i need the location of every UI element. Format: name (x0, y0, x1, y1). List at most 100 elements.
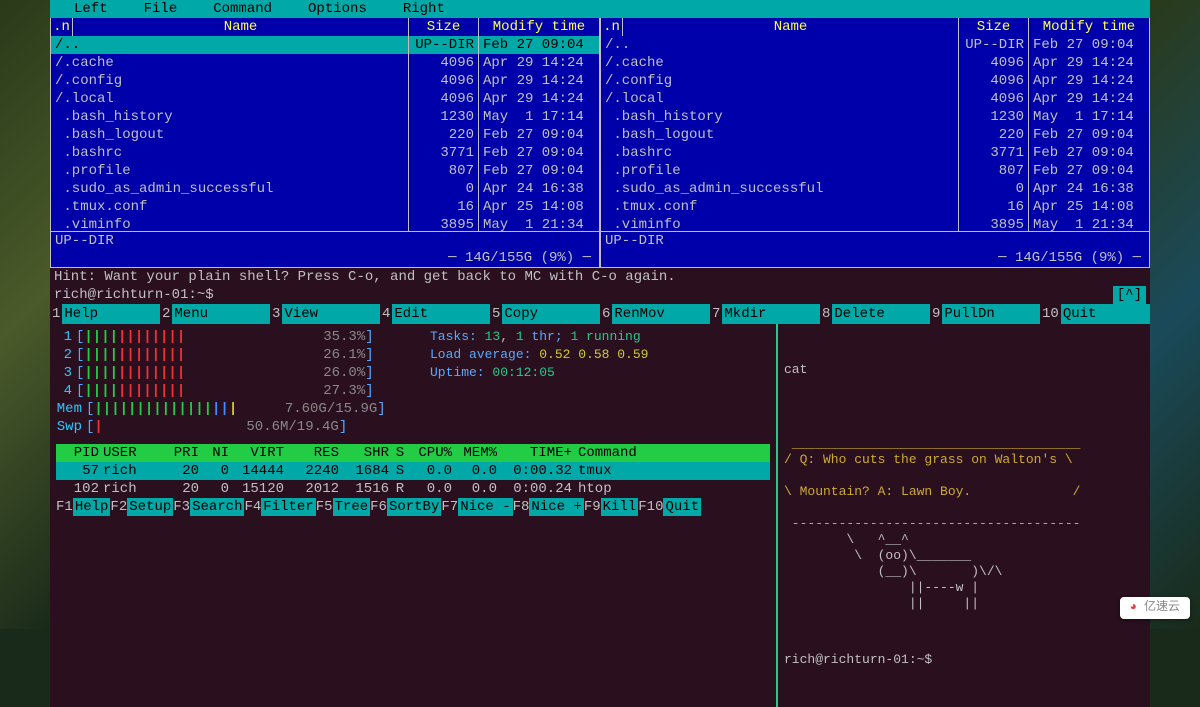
htop-fkeys: F1HelpF2SetupF3SearchF4FilterF5TreeF6Sor… (56, 498, 770, 516)
menu-command[interactable]: Command (195, 0, 290, 18)
htop-fkey-nice[interactable]: F8Nice + (513, 498, 584, 516)
htop-header[interactable]: PID USER PRI NI VIRT RES SHR S CPU% MEM%… (56, 444, 770, 462)
col-size[interactable]: Size (959, 18, 1029, 36)
file-mtime: Feb 27 09:04 (1029, 36, 1149, 54)
uptime-value: 00:12:05 (492, 365, 554, 380)
right-status: UP--DIR (601, 231, 1149, 249)
file-row[interactable]: .bash_logout220Feb 27 09:04 (601, 126, 1149, 144)
file-mtime: Feb 27 09:04 (479, 36, 599, 54)
col-n[interactable]: .n (601, 18, 623, 36)
file-size: 4096 (959, 54, 1029, 72)
menu-right[interactable]: Right (385, 0, 463, 18)
file-row[interactable]: .bash_history1230May 1 17:14 (601, 108, 1149, 126)
col-name[interactable]: Name (73, 18, 409, 36)
file-name: /.config (51, 72, 409, 90)
left-file-list[interactable]: /..UP--DIRFeb 27 09:04/.cache4096Apr 29 … (51, 36, 599, 231)
file-mtime: May 1 17:14 (479, 108, 599, 126)
fkey-delete[interactable]: 8Delete (820, 304, 930, 324)
shell-prompt[interactable]: rich@richturn-01:~$ (784, 652, 1144, 669)
file-size: 4096 (409, 90, 479, 108)
file-row[interactable]: /.local4096Apr 29 14:24 (51, 90, 599, 108)
process-row[interactable]: 102rich2001512020121516R0.00.00:00.24hto… (56, 480, 770, 498)
col-name[interactable]: Name (623, 18, 959, 36)
file-size: 3895 (959, 216, 1029, 231)
fkey-edit[interactable]: 4Edit (380, 304, 490, 324)
col-mod[interactable]: Modify time (1029, 18, 1149, 36)
mc-menubar[interactable]: Left File Command Options Right (50, 0, 1150, 18)
menu-options[interactable]: Options (290, 0, 385, 18)
file-mtime: May 1 21:34 (479, 216, 599, 231)
mc-left-panel[interactable]: .n Name Size Modify time /..UP--DIRFeb 2… (50, 18, 600, 268)
file-mtime: Apr 25 14:08 (1029, 198, 1149, 216)
file-row[interactable]: /.cache4096Apr 29 14:24 (51, 54, 599, 72)
htop-process-list[interactable]: 57rich2001444422401684S0.00.00:00.32tmux… (56, 462, 770, 498)
file-mtime: Apr 25 14:08 (479, 198, 599, 216)
file-row[interactable]: /.config4096Apr 29 14:24 (51, 72, 599, 90)
mem-value: 7.60G/15.9G (237, 400, 377, 418)
file-name: .bash_logout (51, 126, 409, 144)
mc-prompt[interactable]: rich@richturn-01:~$ [^] (50, 286, 1150, 304)
fkey-view[interactable]: 3View (270, 304, 380, 324)
file-name: .bash_history (51, 108, 409, 126)
htop-fkey-tree[interactable]: F5Tree (316, 498, 370, 516)
col-n[interactable]: .n (51, 18, 73, 36)
menu-file[interactable]: File (126, 0, 196, 18)
htop-fkey-nice[interactable]: F7Nice - (441, 498, 512, 516)
file-row[interactable]: .tmux.conf16Apr 25 14:08 (51, 198, 599, 216)
htop-fkey-kill[interactable]: F9Kill (584, 498, 638, 516)
htop-fkey-setup[interactable]: F2Setup (110, 498, 173, 516)
file-row[interactable]: .bashrc3771Feb 27 09:04 (51, 144, 599, 162)
file-mtime: Apr 29 14:24 (479, 90, 599, 108)
file-size: 4096 (409, 54, 479, 72)
fkey-renmov[interactable]: 6RenMov (600, 304, 710, 324)
htop-fkey-filter[interactable]: F4Filter (244, 498, 315, 516)
htop-fkey-quit[interactable]: F10Quit (638, 498, 701, 516)
load-values: 0.52 0.58 0.59 (539, 347, 648, 362)
file-row[interactable]: /..UP--DIRFeb 27 09:04 (601, 36, 1149, 54)
fkey-menu[interactable]: 2Menu (160, 304, 270, 324)
up-indicator-icon[interactable]: [^] (1113, 286, 1146, 304)
shell-pane[interactable]: cat ____________________________________… (778, 324, 1150, 707)
file-row[interactable]: .bash_logout220Feb 27 09:04 (51, 126, 599, 144)
right-disk: ─ 14G/155G (9%) ─ (601, 249, 1149, 267)
file-row[interactable]: .profile807Feb 27 09:04 (601, 162, 1149, 180)
fkey-mkdir[interactable]: 7Mkdir (710, 304, 820, 324)
file-row[interactable]: /.config4096Apr 29 14:24 (601, 72, 1149, 90)
htop-fkey-help[interactable]: F1Help (56, 498, 110, 516)
file-row[interactable]: .viminfo3895May 1 21:34 (601, 216, 1149, 231)
file-size: 807 (959, 162, 1029, 180)
file-mtime: Apr 29 14:24 (1029, 54, 1149, 72)
fkey-help[interactable]: 1Help (50, 304, 160, 324)
file-row[interactable]: .sudo_as_admin_successful0Apr 24 16:38 (51, 180, 599, 198)
fkey-pulldn[interactable]: 9PullDn (930, 304, 1040, 324)
file-row[interactable]: .bashrc3771Feb 27 09:04 (601, 144, 1149, 162)
file-row[interactable]: .sudo_as_admin_successful0Apr 24 16:38 (601, 180, 1149, 198)
file-row[interactable]: .profile807Feb 27 09:04 (51, 162, 599, 180)
file-row[interactable]: .bash_history1230May 1 17:14 (51, 108, 599, 126)
file-name: /.config (601, 72, 959, 90)
file-name: .profile (601, 162, 959, 180)
left-columns: .n Name Size Modify time (51, 18, 599, 36)
fkey-copy[interactable]: 5Copy (490, 304, 600, 324)
htop-fkey-search[interactable]: F3Search (173, 498, 244, 516)
mc-right-panel[interactable]: .n Name Size Modify time /..UP--DIRFeb 2… (600, 18, 1150, 268)
file-size: UP--DIR (959, 36, 1029, 54)
file-mtime: Apr 29 14:24 (479, 72, 599, 90)
file-row[interactable]: .viminfo3895May 1 21:34 (51, 216, 599, 231)
file-row[interactable]: /.cache4096Apr 29 14:24 (601, 54, 1149, 72)
file-size: UP--DIR (409, 36, 479, 54)
process-row[interactable]: 57rich2001444422401684S0.00.00:00.32tmux (56, 462, 770, 480)
right-file-list[interactable]: /..UP--DIRFeb 27 09:04/.cache4096Apr 29 … (601, 36, 1149, 231)
file-row[interactable]: /..UP--DIRFeb 27 09:04 (51, 36, 599, 54)
col-size[interactable]: Size (409, 18, 479, 36)
file-size: 220 (959, 126, 1029, 144)
htop-fkey-sortby[interactable]: F6SortBy (370, 498, 441, 516)
fkey-quit[interactable]: 10Quit (1040, 304, 1150, 324)
file-row[interactable]: .tmux.conf16Apr 25 14:08 (601, 198, 1149, 216)
mc-panels: .n Name Size Modify time /..UP--DIRFeb 2… (50, 18, 1150, 268)
file-name: .bash_logout (601, 126, 959, 144)
menu-left[interactable]: Left (56, 0, 126, 18)
htop-pane[interactable]: 1[||||||||||||35.3%]2[||||||||||||26.1%]… (50, 324, 776, 707)
file-row[interactable]: /.local4096Apr 29 14:24 (601, 90, 1149, 108)
col-mod[interactable]: Modify time (479, 18, 599, 36)
